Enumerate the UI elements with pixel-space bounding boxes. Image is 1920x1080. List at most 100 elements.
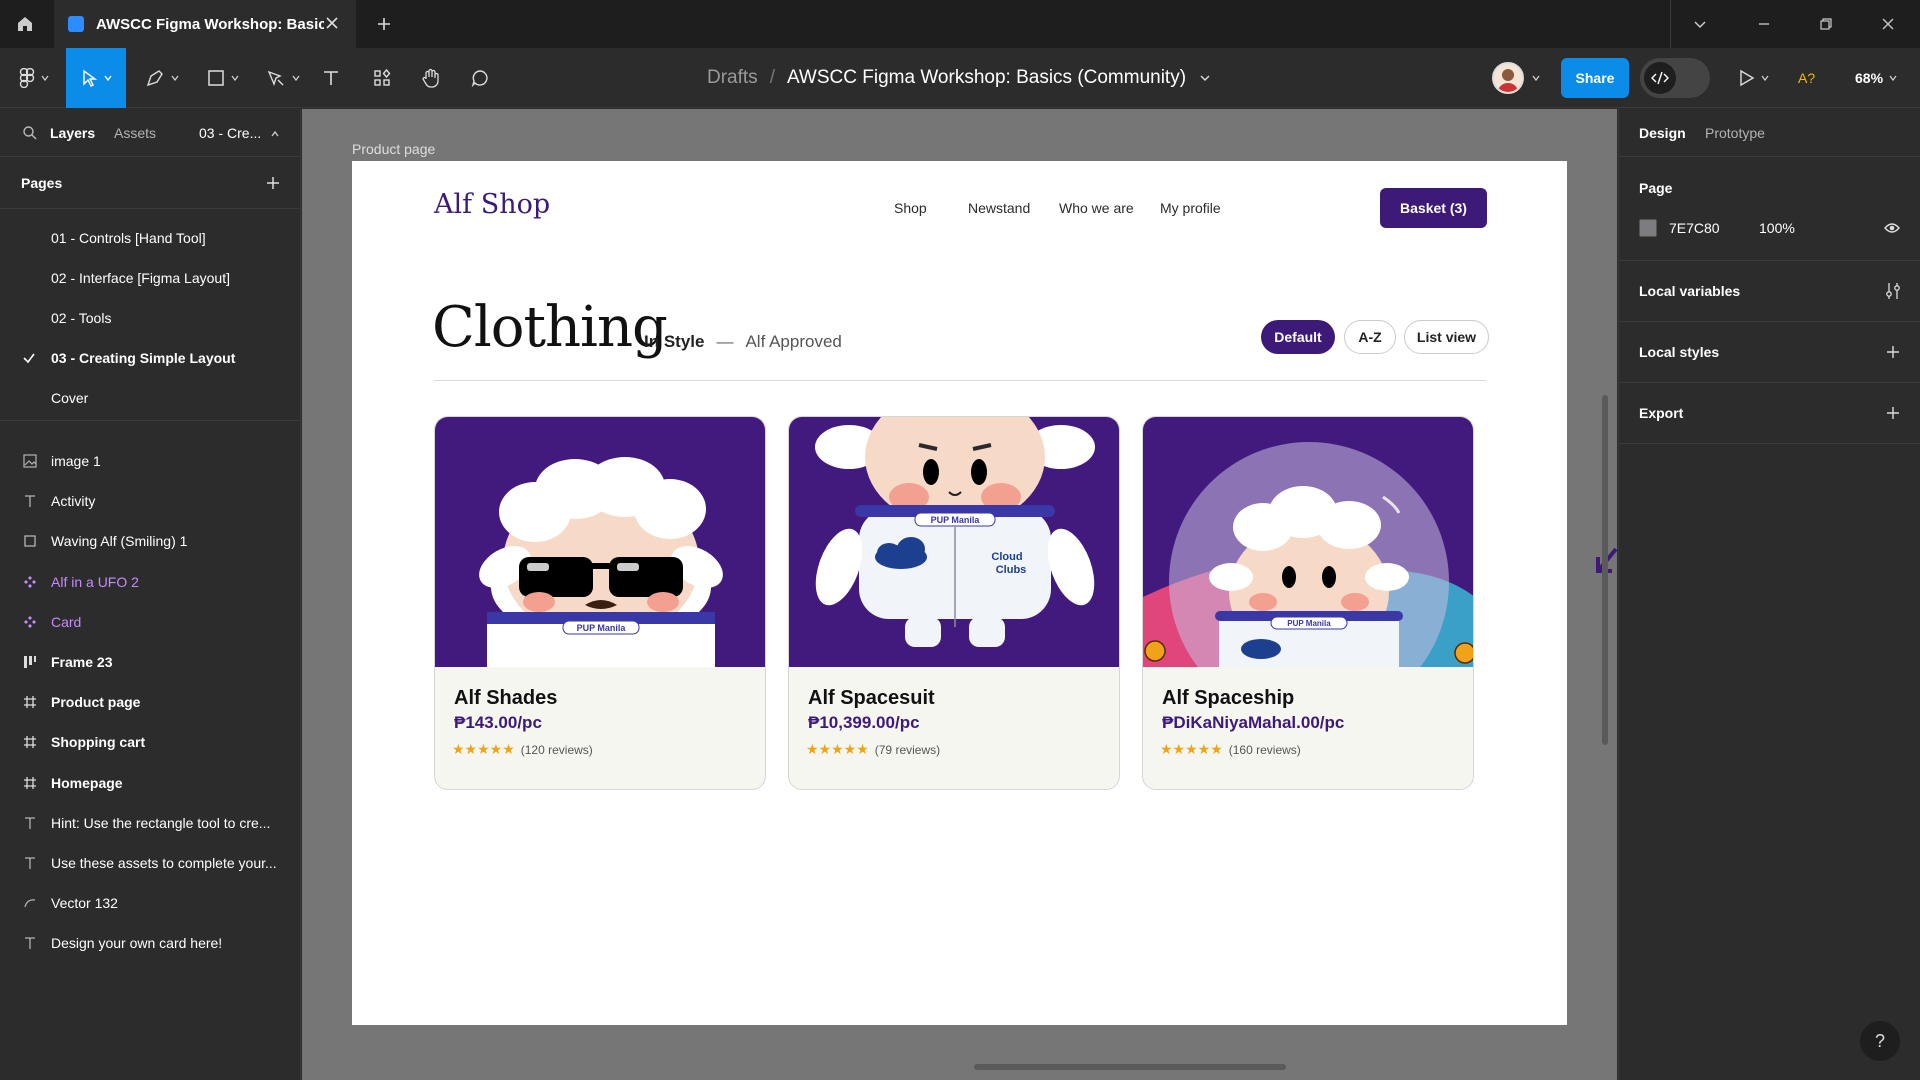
page-item[interactable]: 02 - Interface [Figma Layout]	[0, 258, 301, 298]
nav-newstand[interactable]: Newstand	[968, 200, 1030, 216]
basket-button[interactable]: Basket (3)	[1380, 188, 1487, 228]
page-opacity-value[interactable]: 100%	[1759, 220, 1795, 236]
add-style-icon[interactable]	[1885, 344, 1901, 360]
home-button[interactable]	[0, 0, 50, 48]
export-section[interactable]: Export	[1619, 383, 1920, 444]
tab-layers[interactable]: Layers	[50, 125, 95, 141]
layer-item[interactable]: Use these assets to complete your...	[0, 843, 301, 883]
nav-who-we-are[interactable]: Who we are	[1059, 200, 1134, 216]
local-variables-section[interactable]: Local variables	[1619, 261, 1920, 322]
text-icon	[22, 493, 38, 509]
layer-item[interactable]: Card	[0, 602, 301, 642]
file-name[interactable]: AWSCC Figma Workshop: Basics (Community)	[787, 67, 1186, 89]
present-button[interactable]	[1734, 48, 1774, 108]
layer-item[interactable]: Hint: Use the rectangle tool to cre...	[0, 803, 301, 843]
main-menu-button[interactable]	[12, 48, 56, 108]
right-panel-tabs: Design Prototype	[1619, 109, 1920, 157]
tabs-dropdown-button[interactable]	[1688, 12, 1712, 36]
tab-assets[interactable]: Assets	[114, 125, 156, 141]
page-item[interactable]: 01 - Controls [Hand Tool]	[0, 218, 301, 258]
resources-icon	[374, 68, 391, 86]
layer-item[interactable]: Homepage	[0, 763, 301, 803]
layer-item[interactable]: Activity	[0, 481, 301, 521]
text-icon	[22, 815, 38, 831]
layer-item[interactable]: Product page	[0, 682, 301, 722]
restore-button[interactable]	[1814, 12, 1838, 36]
product-card[interactable]: PUP Manila Alf Shades ₱143.00/pc ★★★★★ (…	[434, 416, 766, 790]
eye-icon[interactable]	[1884, 221, 1900, 235]
dev-mode-toggle[interactable]	[1640, 58, 1710, 98]
restore-icon	[1820, 18, 1832, 30]
local-styles-section[interactable]: Local styles	[1619, 322, 1920, 383]
pen-tool[interactable]	[260, 48, 306, 108]
variables-settings-icon[interactable]	[1885, 282, 1901, 300]
review-count: (120 reviews)	[520, 742, 593, 757]
figma-logo-icon	[19, 68, 35, 88]
title-bar: AWSCC Figma Workshop: Basics (Community)	[0, 0, 1920, 48]
close-window-button[interactable]	[1876, 12, 1900, 36]
move-tool[interactable]	[66, 48, 126, 108]
text-tool[interactable]	[318, 48, 344, 108]
vertical-scrollbar[interactable]	[1602, 395, 1608, 745]
component-icon	[22, 574, 38, 590]
sort-default-button[interactable]: Default	[1261, 320, 1335, 354]
product-rating: ★★★★★ (160 reviews)	[1160, 741, 1301, 758]
frame-label[interactable]: Product page	[352, 141, 435, 157]
zoom-menu[interactable]: 68%	[1855, 48, 1897, 108]
nav-shop[interactable]: Shop	[894, 200, 927, 216]
layer-item-label: Alf in a UFO 2	[51, 573, 139, 590]
layer-item[interactable]: Design your own card here!	[0, 923, 301, 963]
page-item[interactable]: 03 - Creating Simple Layout	[0, 338, 301, 378]
minimize-button[interactable]	[1752, 12, 1776, 36]
page-selector[interactable]: 03 - Cre...	[199, 125, 279, 141]
layer-item[interactable]: Frame 23	[0, 642, 301, 682]
tab-design[interactable]: Design	[1639, 125, 1686, 141]
help-button[interactable]: ?	[1860, 1021, 1900, 1061]
search-icon[interactable]	[22, 125, 38, 141]
layer-item[interactable]: Waving Alf (Smiling) 1	[0, 521, 301, 561]
pen-nib-icon	[146, 70, 163, 87]
suit-badge-text: PUP Manila	[1287, 619, 1331, 628]
canvas[interactable]: Product page Alf Shop Shop Newstand Who …	[302, 109, 1617, 1080]
add-export-icon[interactable]	[1885, 405, 1901, 421]
page-color-swatch[interactable]	[1639, 219, 1657, 237]
product-card[interactable]: PUP Manila Alf Spaceship ₱DiKaNiyaMahal.…	[1142, 416, 1474, 790]
nav-my-profile[interactable]: My profile	[1160, 200, 1221, 216]
page-color-value[interactable]: 7E7C80	[1669, 220, 1720, 236]
layer-item[interactable]: image 1	[0, 441, 301, 481]
close-tab-icon[interactable]	[324, 15, 340, 31]
share-button[interactable]: Share	[1561, 58, 1629, 98]
page-item[interactable]: Cover	[0, 378, 301, 418]
missing-fonts-indicator[interactable]: A?	[1798, 48, 1815, 108]
chevron-down-icon	[1532, 75, 1540, 82]
hand-tool[interactable]	[417, 48, 445, 108]
page-item[interactable]: 02 - Tools	[0, 298, 301, 338]
sort-az-button[interactable]: A-Z	[1344, 320, 1396, 354]
list-view-button[interactable]: List view	[1404, 320, 1489, 354]
add-page-icon[interactable]	[265, 175, 281, 191]
chevron-down-icon[interactable]	[1200, 73, 1210, 83]
breadcrumb-drafts[interactable]: Drafts	[707, 67, 758, 89]
product-page-frame[interactable]: Alf Shop Shop Newstand Who we are My pro…	[352, 161, 1567, 1025]
layer-item[interactable]: Vector 132	[0, 883, 301, 923]
tab-prototype[interactable]: Prototype	[1705, 125, 1765, 141]
avatar-menu-button[interactable]	[1528, 48, 1544, 108]
dev-mode-knob	[1644, 62, 1676, 94]
review-count: (160 reviews)	[1228, 742, 1301, 757]
local-variables-title: Local variables	[1639, 283, 1741, 299]
pages-divider	[0, 420, 301, 421]
layer-item[interactable]: Shopping cart	[0, 722, 301, 762]
layer-item[interactable]: Alf in a UFO 2	[0, 562, 301, 602]
layer-item-label: Hint: Use the rectangle tool to cre...	[51, 814, 271, 831]
text-icon	[22, 855, 38, 871]
comment-tool[interactable]	[466, 48, 494, 108]
horizontal-scrollbar[interactable]	[974, 1064, 1286, 1070]
draw-tool[interactable]	[138, 48, 186, 108]
rectangle-tool[interactable]	[200, 48, 246, 108]
new-tab-button[interactable]	[372, 12, 396, 36]
avatar[interactable]	[1492, 62, 1524, 94]
resources-tool[interactable]	[368, 48, 396, 108]
product-card[interactable]: PUP Manila Cloud Clubs Alf Spacesuit ₱10…	[788, 416, 1120, 790]
document-tab[interactable]: AWSCC Figma Workshop: Basics (Community)	[54, 0, 356, 48]
chevron-down-icon	[171, 75, 179, 82]
